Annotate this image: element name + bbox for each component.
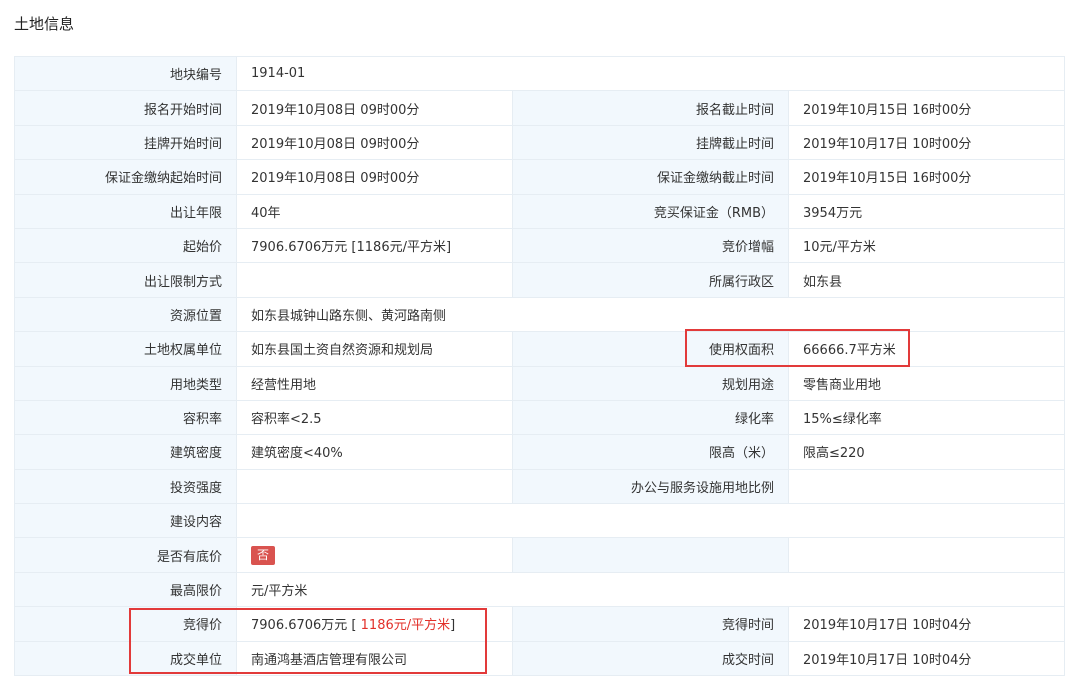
field-label-bid-increment: 竞价增幅 [512,227,789,264]
field-label-signup-end: 报名截止时间 [512,90,789,126]
field-value-office-ratio [787,468,1066,505]
table-row: 建设内容 [14,503,1066,539]
field-value-location: 如东县城钟山路东侧、黄河路南侧 [235,296,1066,333]
table-row: 出让限制方式 所属行政区 如东县 [14,262,1066,298]
table-row: 竞得价 7906.6706万元 [ 1186元/平方米] 竞得时间 2019年1… [14,606,1066,642]
table-row: 地块编号 1914-01 [14,55,1066,92]
field-label-land-type: 用地类型 [14,365,237,401]
empty-cell [787,537,1066,573]
field-label-signup-start: 报名开始时间 [14,90,237,126]
table-row: 投资强度 办公与服务设施用地比例 [14,468,1066,505]
table-row: 资源位置 如东县城钟山路东侧、黄河路南侧 [14,296,1066,333]
field-value-reserve-price: 否 [236,537,513,573]
field-label-green-ratio: 绿化率 [512,399,789,436]
field-value-winning-time: 2019年10月17日 10时04分 [787,606,1066,642]
page-title: 土地信息 [14,15,75,33]
field-label-bid-deposit: 竞买保证金（RMB） [512,193,789,229]
table-row: 成交单位 南通鸿基酒店管理有限公司 成交时间 2019年10月17日 10时04… [14,640,1066,677]
field-label-investment-intensity: 投资强度 [14,468,237,505]
table-row: 用地类型 经营性用地 规划用途 零售商业用地 [14,365,1066,401]
field-label-construction-content: 建设内容 [14,503,237,539]
table-row: 建筑密度 建筑密度<40% 限高（米） 限高≤220 [14,434,1066,470]
field-value-deal-time: 2019年10月17日 10时04分 [787,640,1066,677]
field-value-parcel-id: 1914-01 [235,55,1066,92]
field-label-use-area: 使用权面积 [512,331,789,367]
field-label-listing-start: 挂牌开始时间 [14,124,237,161]
field-value-winner: 南通鸿基酒店管理有限公司 [236,640,513,677]
field-label-winning-time: 竞得时间 [512,606,789,642]
field-value-height-limit: 限高≤220 [787,434,1066,470]
field-label-restriction: 出让限制方式 [14,262,237,298]
empty-cell [512,537,789,573]
field-value-start-price: 7906.6706万元 [1186元/平方米] [236,227,513,264]
field-value-restriction [236,262,513,298]
winning-price-unit: 1186元/平方米 [356,618,451,634]
land-info-table: 地块编号 1914-01 报名开始时间 2019年10月08日 09时00分 报… [14,55,1066,677]
field-value-bid-deposit: 3954万元 [787,193,1066,229]
field-value-deposit-end: 2019年10月15日 16时00分 [787,159,1066,195]
field-value-owner: 如东县国土资自然资源和规划局 [236,331,513,367]
field-value-bid-increment: 10元/平方米 [787,227,1066,264]
field-label-planned-use: 规划用途 [512,365,789,401]
field-value-investment-intensity [236,468,513,505]
table-row: 土地权属单位 如东县国土资自然资源和规划局 使用权面积 66666.7平方米 [14,331,1066,367]
table-row: 是否有底价 否 [14,537,1066,573]
field-value-land-type: 经营性用地 [236,365,513,401]
field-label-start-price: 起始价 [14,227,237,264]
table-row: 挂牌开始时间 2019年10月08日 09时00分 挂牌截止时间 2019年10… [14,124,1066,161]
field-label-deposit-end: 保证金缴纳截止时间 [512,159,789,195]
field-value-signup-start: 2019年10月08日 09时00分 [236,90,513,126]
table-row: 报名开始时间 2019年10月08日 09时00分 报名截止时间 2019年10… [14,90,1066,126]
winning-price-total: 7906.6706万元 [ [251,618,357,634]
table-row: 保证金缴纳起始时间 2019年10月08日 09时00分 保证金缴纳截止时间 2… [14,159,1066,195]
field-label-reserve-price: 是否有底价 [14,537,237,573]
field-value-district: 如东县 [787,262,1066,298]
field-label-height-limit: 限高（米） [512,434,789,470]
field-value-use-area: 66666.7平方米 [787,331,1066,367]
field-label-deal-time: 成交时间 [512,640,789,677]
reserve-price-badge: 否 [251,545,276,565]
field-label-parcel-id: 地块编号 [14,55,237,92]
field-value-plot-ratio: 容积率<2.5 [236,399,513,436]
table-row: 起始价 7906.6706万元 [1186元/平方米] 竞价增幅 10元/平方米 [14,227,1066,264]
field-value-signup-end: 2019年10月15日 16时00分 [787,90,1066,126]
table-row: 出让年限 40年 竞买保证金（RMB） 3954万元 [14,193,1066,229]
field-value-building-density: 建筑密度<40% [236,434,513,470]
field-label-winner: 成交单位 [14,640,237,677]
field-label-winning-price: 竞得价 [14,606,237,642]
field-label-max-price: 最高限价 [14,571,237,608]
field-label-deposit-start: 保证金缴纳起始时间 [14,159,237,195]
field-label-plot-ratio: 容积率 [14,399,237,436]
field-value-listing-end: 2019年10月17日 10时00分 [787,124,1066,161]
field-value-term: 40年 [236,193,513,229]
field-value-deposit-start: 2019年10月08日 09时00分 [236,159,513,195]
field-value-green-ratio: 15%≤绿化率 [787,399,1066,436]
field-label-office-ratio: 办公与服务设施用地比例 [512,468,789,505]
field-value-max-price: 元/平方米 [235,571,1066,608]
field-value-winning-price: 7906.6706万元 [ 1186元/平方米] [236,606,513,642]
field-label-building-density: 建筑密度 [14,434,237,470]
field-value-construction-content [235,503,1066,539]
field-label-district: 所属行政区 [512,262,789,298]
field-label-location: 资源位置 [14,296,237,333]
field-label-listing-end: 挂牌截止时间 [512,124,789,161]
field-value-planned-use: 零售商业用地 [787,365,1066,401]
table-row: 最高限价 元/平方米 [14,571,1066,608]
field-label-owner: 土地权属单位 [14,331,237,367]
field-label-term: 出让年限 [14,193,237,229]
field-value-listing-start: 2019年10月08日 09时00分 [236,124,513,161]
table-row: 容积率 容积率<2.5 绿化率 15%≤绿化率 [14,399,1066,436]
winning-price-bracket: ] [450,618,456,634]
